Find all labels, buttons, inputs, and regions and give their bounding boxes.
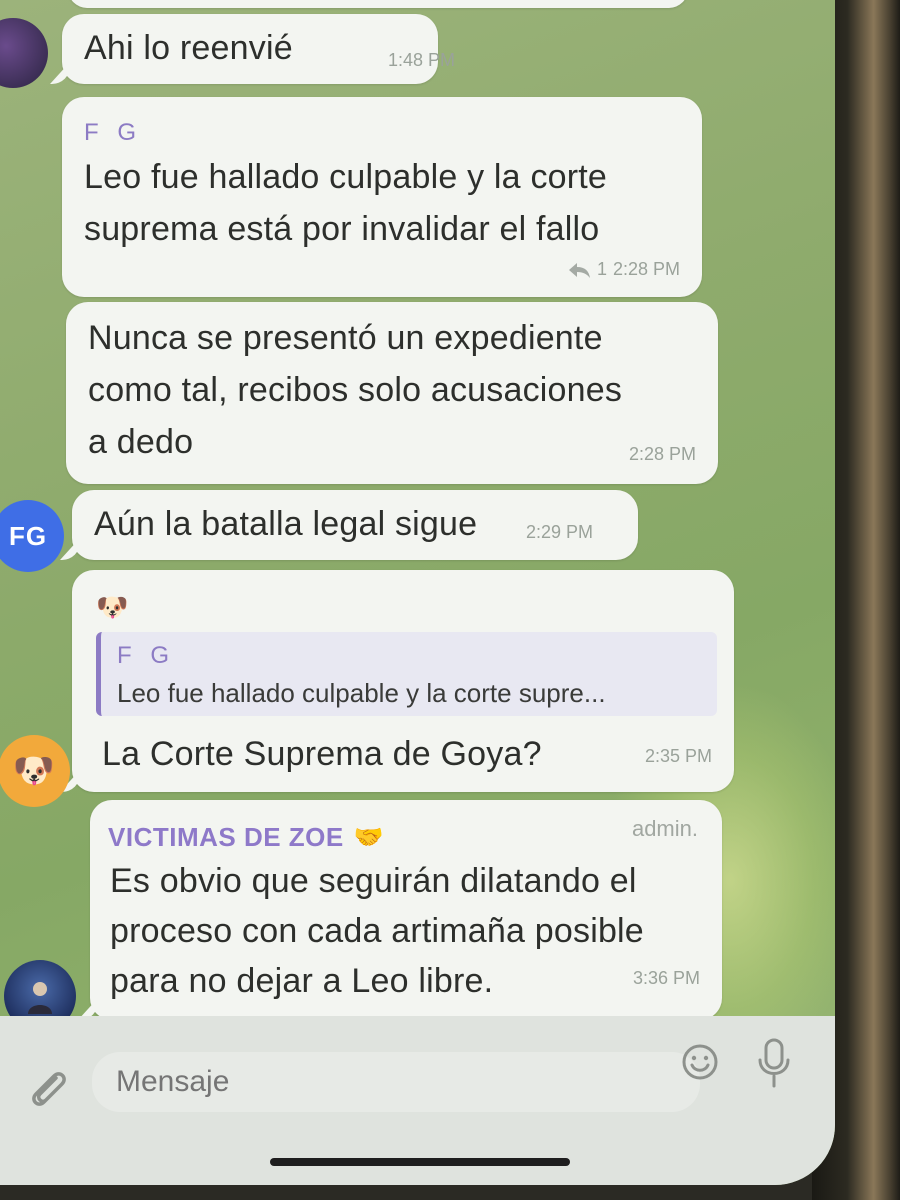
message-line: proceso con cada artimaña posible xyxy=(110,912,644,950)
message-line: a dedo xyxy=(88,423,194,461)
sender-name[interactable]: F G xyxy=(84,119,142,147)
message-text: Es obvio que seguirán dilatando el proce… xyxy=(110,856,644,1006)
message-input[interactable] xyxy=(92,1052,700,1112)
message-text: La Corte Suprema de Goya? xyxy=(102,735,542,773)
message-line: suprema está por invalidar el fallo xyxy=(84,210,600,248)
sender-row: VICTIMAS DE ZOE 🤝 xyxy=(108,822,384,853)
message-line: Nunca se presentó un expediente xyxy=(88,319,603,357)
message-line: para no dejar a Leo libre. xyxy=(110,962,494,1000)
message-meta: 1 2:28 PM xyxy=(567,259,680,280)
dog-avatar[interactable]: 🐶 xyxy=(0,735,70,807)
sender-emoji[interactable]: 🐶 xyxy=(96,592,128,623)
message-line: Es obvio que seguirán dilatando el xyxy=(110,862,637,900)
chat-screen: Ahi lo reenvié 1:48 PM F G Leo fue halla… xyxy=(0,0,835,1185)
message-bubble[interactable]: Aún la batalla legal sigue 2:29 PM xyxy=(72,490,638,560)
avatar-initials: FG xyxy=(8,520,48,551)
message-time: 2:35 PM xyxy=(644,746,712,766)
message-time: 2:29 PM xyxy=(526,522,594,542)
paperclip-icon xyxy=(32,1072,66,1106)
reply-count: 1 xyxy=(596,259,607,279)
sender-name[interactable]: VICTIMAS DE ZOE xyxy=(108,822,344,853)
message-line: como tal, recibos solo acusaciones xyxy=(88,371,623,409)
attach-button[interactable] xyxy=(20,1060,76,1116)
message-time: 2:28 PM xyxy=(628,444,696,464)
message-text: Leo fue hallado culpable y la corte supr… xyxy=(84,151,607,255)
message-time: 1:48 PM xyxy=(388,50,456,70)
message-bubble[interactable]: VICTIMAS DE ZOE 🤝 admin. Es obvio que se… xyxy=(90,800,722,1020)
message-time: 2:28 PM xyxy=(612,259,680,279)
message-time: 3:36 PM xyxy=(632,968,700,988)
user-avatar-top[interactable] xyxy=(0,18,48,88)
microphone-icon xyxy=(758,1038,790,1088)
previous-message-bubble[interactable] xyxy=(68,0,688,8)
quote-text: Leo fue hallado culpable y la corte supr… xyxy=(117,678,606,708)
smiley-icon xyxy=(682,1044,718,1080)
avatar-emoji: 🐶 xyxy=(12,752,56,790)
forward-arrow-icon xyxy=(568,262,590,278)
reply-quote[interactable]: F G Leo fue hallado culpable y la corte … xyxy=(96,632,717,716)
handshake-emoji: 🤝 xyxy=(353,824,384,851)
message-line: Leo fue hallado culpable y la corte xyxy=(84,158,608,196)
message-text: Ahi lo reenvié xyxy=(84,29,293,67)
message-bubble[interactable]: Ahi lo reenvié 1:48 PM xyxy=(62,14,455,84)
fg-avatar[interactable]: FG xyxy=(0,500,64,572)
home-indicator[interactable] xyxy=(270,1158,570,1166)
quote-sender: F G xyxy=(117,642,175,669)
message-text: Nunca se presentó un expediente como tal… xyxy=(88,312,622,468)
message-bubble[interactable]: F G Leo fue hallado culpable y la corte … xyxy=(62,97,702,297)
voice-button[interactable] xyxy=(752,1034,796,1090)
avatar-figure-icon xyxy=(28,982,52,1014)
emoji-button[interactable] xyxy=(680,1042,720,1082)
message-bubble[interactable]: 🐶 F G Leo fue hallado culpable y la cort… xyxy=(72,570,734,792)
message-bubble[interactable]: Nunca se presentó un expediente como tal… xyxy=(66,302,718,484)
message-text: Aún la batalla legal sigue xyxy=(94,505,478,543)
admin-badge: admin. xyxy=(631,816,698,841)
